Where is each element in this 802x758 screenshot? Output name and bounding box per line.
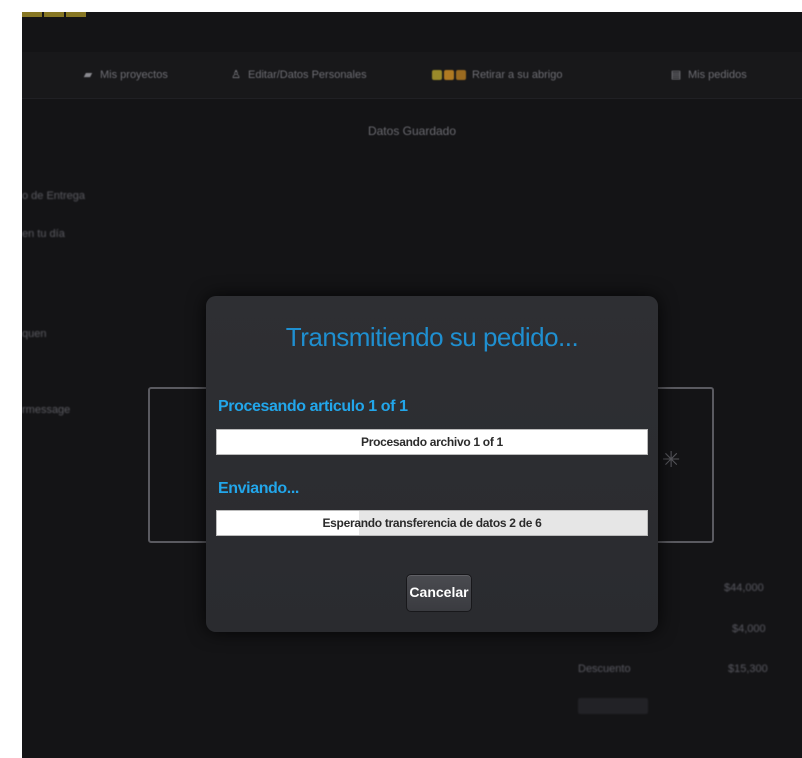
page-heading: Datos Guardado <box>367 124 457 138</box>
nav-edit-personal-data[interactable]: ♙ Editar/Datos Personales <box>230 66 367 84</box>
user-icon: ♙ <box>231 69 241 81</box>
steps-icon <box>432 70 466 80</box>
transmit-order-dialog: Transmitiendo su pedido... Procesando ar… <box>206 296 658 632</box>
loading-spinner-icon: ✳ <box>662 447 681 472</box>
summary-discount-label: Descuento <box>578 663 631 675</box>
summary-action-button[interactable] <box>578 698 648 714</box>
nav-label: Mis pedidos <box>688 69 747 81</box>
summary-subtotal-value: $44,000 <box>724 582 764 594</box>
sidebar-item-day[interactable]: en tu día <box>22 228 65 240</box>
summary-shipping-value: $4,000 <box>732 623 766 635</box>
brand-logo: ▬▬▬ <box>22 12 112 22</box>
dialog-title: Transmitiendo su pedido... <box>285 322 579 352</box>
app-screen: ▬▬▬ ▰ Mis proyectos ♙ Editar/Datos Perso… <box>22 12 802 758</box>
sidebar-item-4[interactable]: rmessage <box>22 404 70 416</box>
nav-label: Retirar a su abrigo <box>472 69 563 81</box>
nav-checkout-steps[interactable]: Retirar a su abrigo <box>432 66 563 84</box>
sidebar-item-3[interactable]: quen <box>22 328 46 340</box>
nav-my-projects[interactable]: ▰ Mis proyectos <box>82 66 168 84</box>
clipboard-icon: ▤ <box>670 69 682 81</box>
transfer-progress-text: Esperando transferencia de datos 2 de 6 <box>322 516 542 530</box>
top-navigation: ▰ Mis proyectos ♙ Editar/Datos Personale… <box>22 52 802 99</box>
nav-label: Editar/Datos Personales <box>248 69 367 81</box>
folder-icon: ▰ <box>83 69 93 81</box>
item-progress-label: Procesando articulo 1 of 1 <box>218 398 408 415</box>
summary-discount-value: $15,300 <box>728 663 768 675</box>
nav-label: Mis proyectos <box>100 69 168 81</box>
nav-my-orders[interactable]: ▤ Mis pedidos <box>670 66 747 84</box>
file-progress-text: Procesando archivo 1 of 1 <box>361 435 503 449</box>
transfer-progress-bar: Esperando transferencia de datos 2 de 6 <box>216 510 648 536</box>
sidebar-item-delivery[interactable]: o de Entrega <box>22 190 85 202</box>
file-progress-bar: Procesando archivo 1 of 1 <box>216 429 648 455</box>
cancel-button[interactable]: Cancelar <box>406 574 472 612</box>
sending-progress-label: Enviando... <box>218 480 299 497</box>
